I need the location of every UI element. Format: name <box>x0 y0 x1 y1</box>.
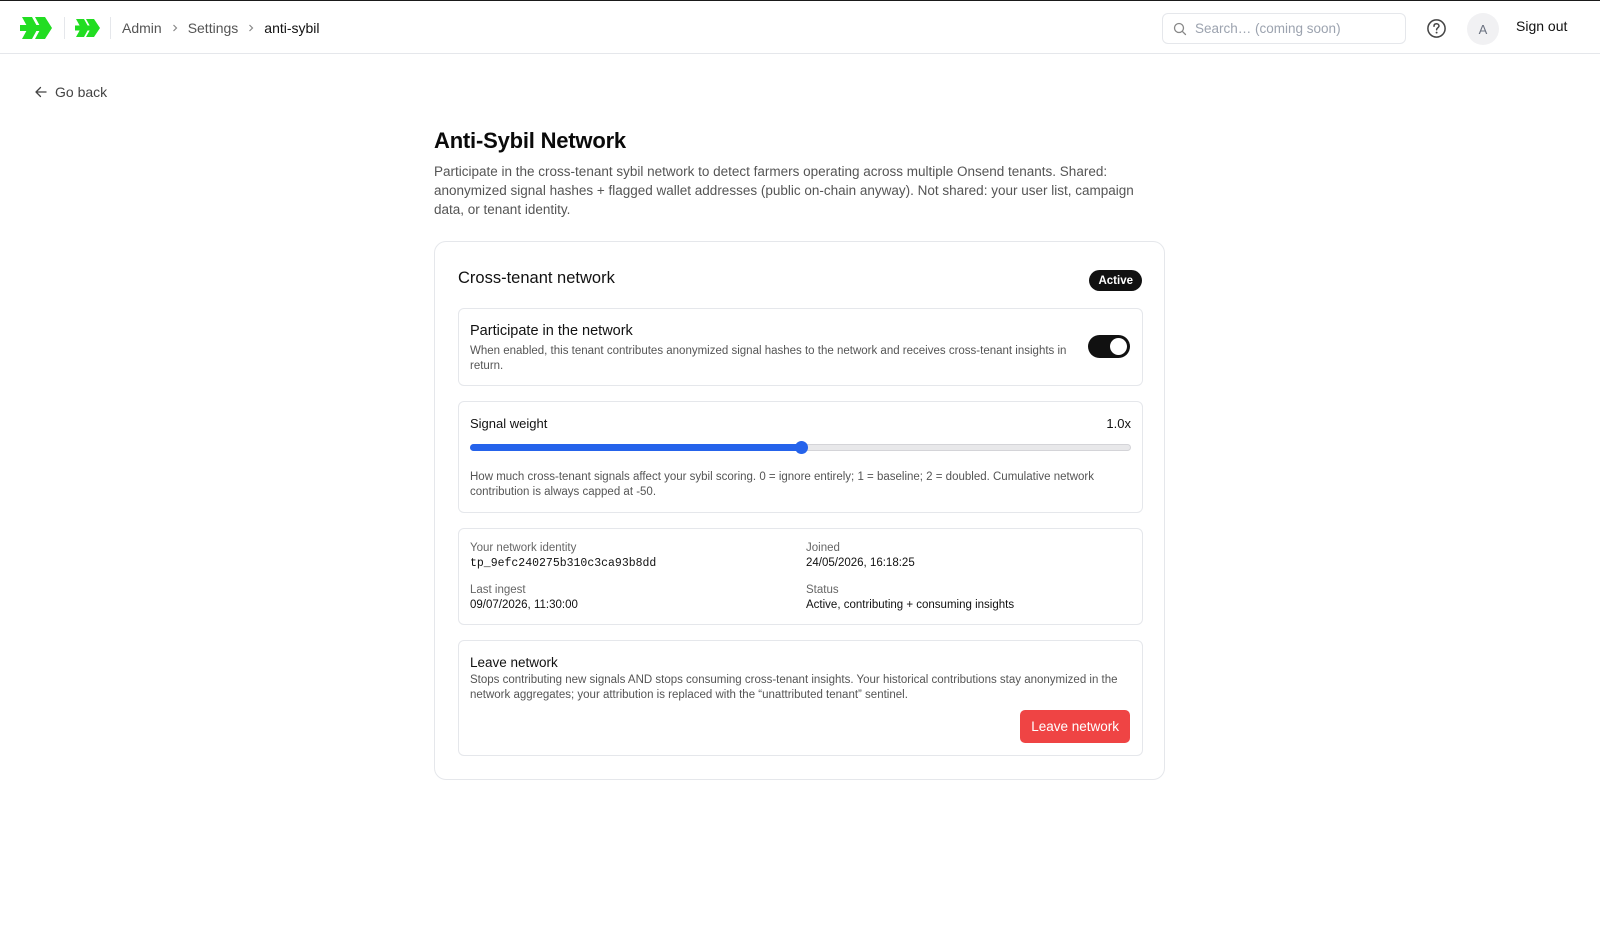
participate-description: When enabled, this tenant contributes an… <box>470 345 1067 372</box>
help-icon[interactable] <box>1426 18 1447 39</box>
last-ingest-value: 09/07/2026, 11:30:00 <box>470 599 578 611</box>
chevron-right-icon <box>249 24 254 32</box>
page-description: Participate in the cross-tenant sybil ne… <box>434 164 1134 217</box>
signal-weight-label: Signal weight <box>470 416 548 431</box>
participate-toggle[interactable] <box>1088 335 1130 358</box>
card-title: Cross-tenant network <box>458 269 615 287</box>
page-title: Anti-Sybil Network <box>434 128 626 153</box>
joined-label: Joined <box>806 542 840 554</box>
status-field: Status Active, contributing + consuming … <box>806 584 1014 611</box>
go-back-link[interactable]: Go back <box>34 84 107 100</box>
breadcrumb-current: anti-sybil <box>264 20 320 36</box>
signal-weight-panel: Signal weight 1.0x How much cross-tenant… <box>458 401 1143 513</box>
leave-title: Leave network <box>470 655 558 670</box>
identity-field: Your network identity tp_9efc240275b310c… <box>470 542 656 570</box>
participate-panel: Participate in the network When enabled,… <box>458 308 1143 386</box>
leave-network-panel: Leave network Stops contributing new sig… <box>458 640 1143 756</box>
toggle-knob <box>1110 338 1127 355</box>
leave-network-button[interactable]: Leave network <box>1020 710 1130 743</box>
status-value: Active, contributing + consuming insight… <box>806 599 1015 611</box>
leave-description: Stops contributing new signals AND stops… <box>470 674 1118 701</box>
signal-weight-slider[interactable] <box>470 441 1131 454</box>
joined-field: Joined 24/05/2026, 16:18:25 <box>806 542 915 569</box>
slider-thumb[interactable] <box>794 441 808 454</box>
divider <box>64 17 65 39</box>
slider-fill <box>470 444 801 451</box>
avatar[interactable]: A <box>1467 13 1499 45</box>
last-ingest-label: Last ingest <box>470 584 526 596</box>
sign-out-button[interactable]: Sign out <box>1516 18 1567 34</box>
signal-weight-help: How much cross-tenant signals affect you… <box>470 471 1094 498</box>
workspace-logo-icon[interactable] <box>75 18 101 38</box>
top-bar: Admin Settings anti-sybil A Sign out <box>0 0 1600 54</box>
participate-title: Participate in the network <box>470 323 633 339</box>
status-label: Status <box>806 584 839 596</box>
search-icon <box>1173 22 1187 35</box>
network-details-panel: Your network identity tp_9efc240275b310c… <box>458 528 1143 625</box>
identity-label: Your network identity <box>470 542 577 554</box>
signal-weight-value: 1.0x <box>1106 416 1131 431</box>
cross-tenant-network-card: Cross-tenant network Active Participate … <box>434 241 1165 780</box>
chevron-right-icon <box>172 24 178 32</box>
arrow-left-icon <box>35 86 47 98</box>
last-ingest-field: Last ingest 09/07/2026, 11:30:00 <box>470 584 578 611</box>
divider <box>110 17 111 39</box>
go-back-label: Go back <box>55 84 108 100</box>
breadcrumb-admin[interactable]: Admin <box>122 20 162 36</box>
breadcrumb-settings[interactable]: Settings <box>188 20 239 36</box>
identity-value: tp_9efc240275b310c3ca93b8dd <box>470 557 657 570</box>
status-badge: Active <box>1089 270 1142 291</box>
joined-value: 24/05/2026, 16:18:25 <box>806 557 915 569</box>
search-box[interactable] <box>1162 13 1406 44</box>
logo-icon[interactable] <box>20 15 54 41</box>
breadcrumb: Admin Settings anti-sybil <box>122 1 320 55</box>
search-input[interactable] <box>1195 21 1405 36</box>
